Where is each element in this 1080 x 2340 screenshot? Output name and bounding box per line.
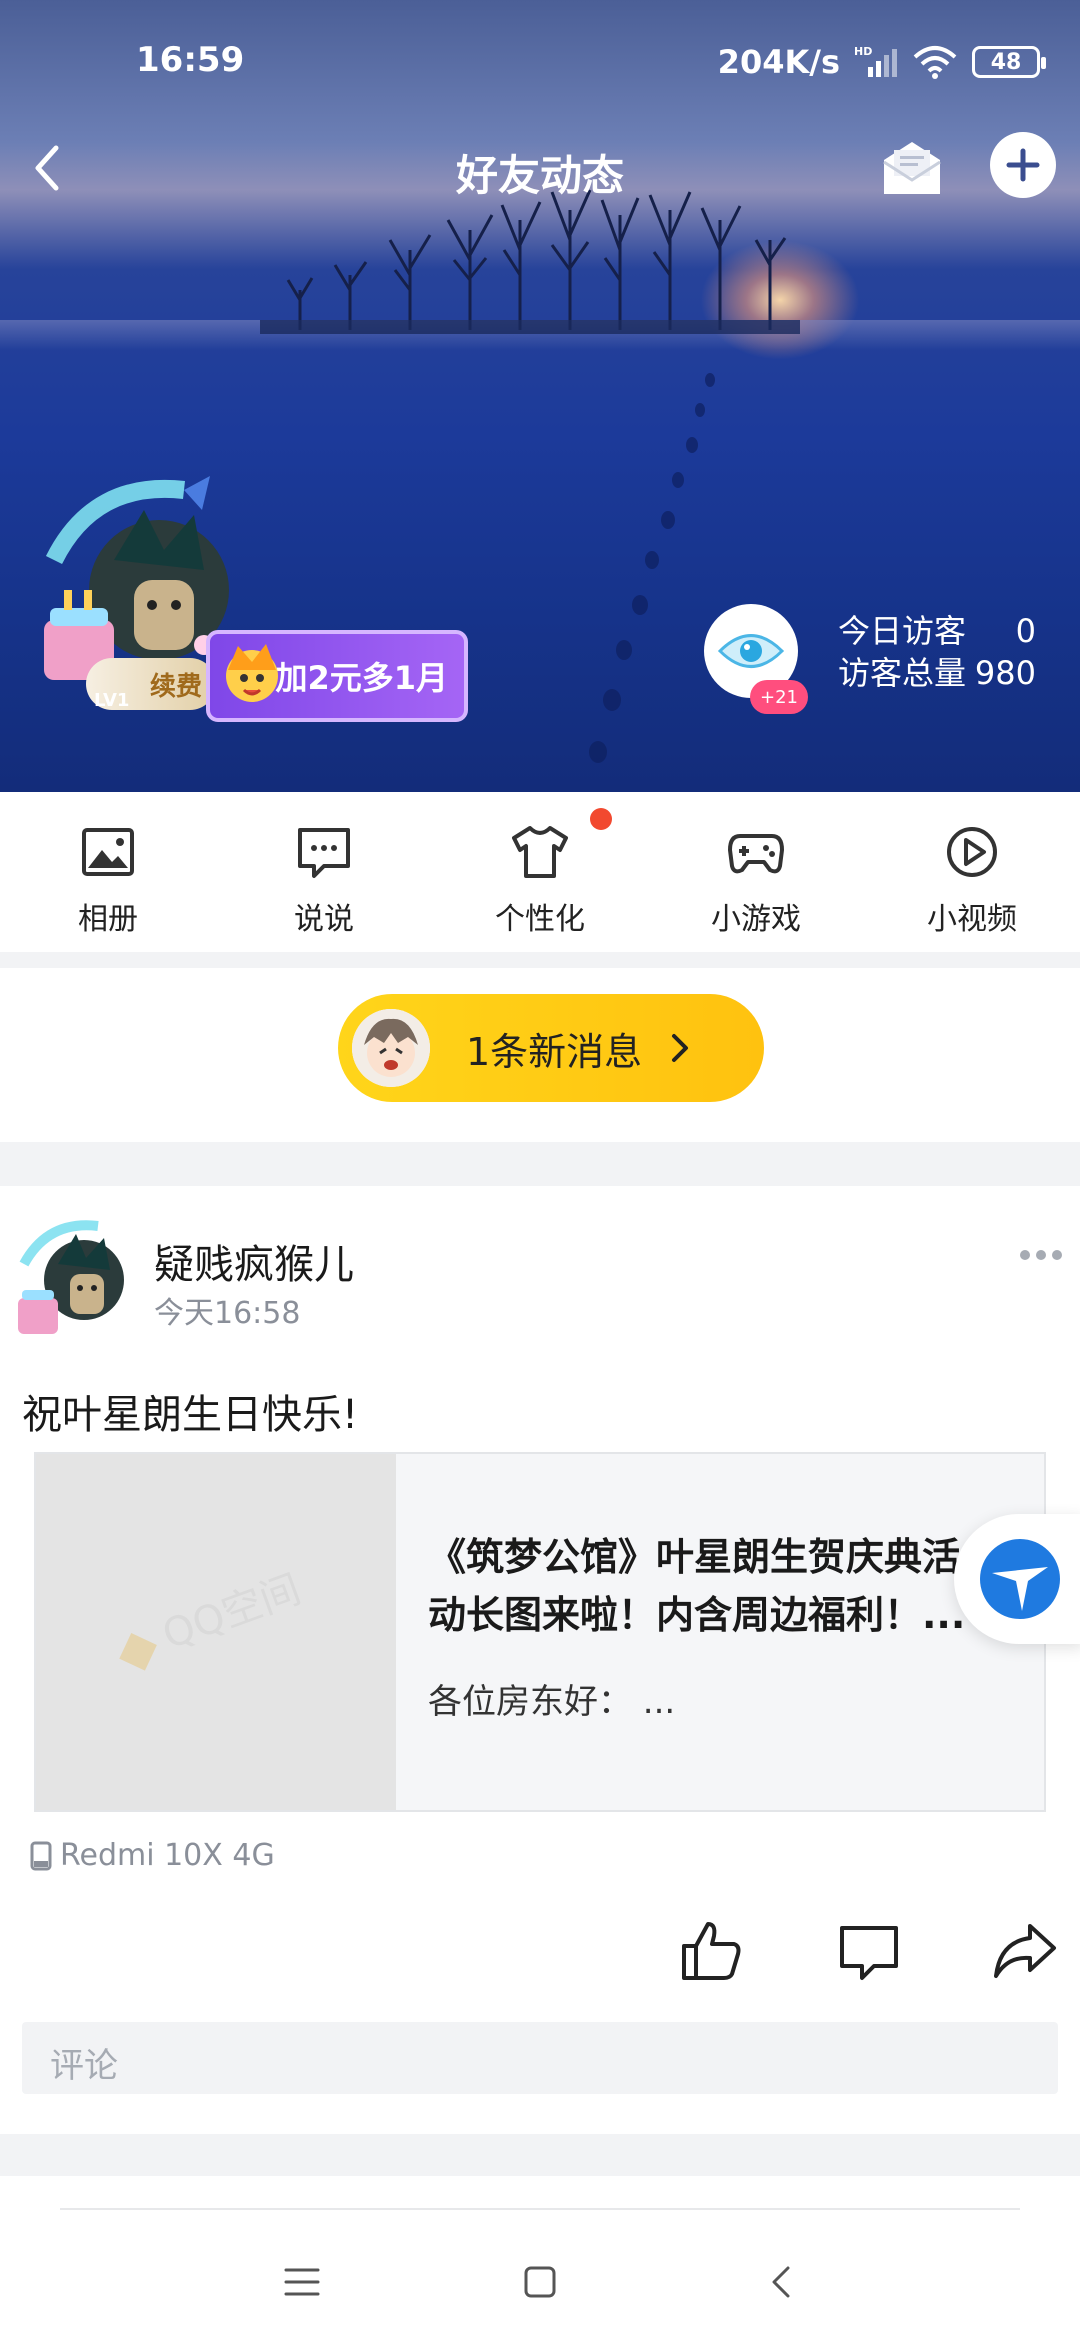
- device-info: Redmi 10X 4G: [30, 1838, 275, 1873]
- link-description: 各位房东好： ...: [428, 1682, 676, 1722]
- today-visitors-value: 0: [1015, 612, 1036, 650]
- new-message-button[interactable]: 1条新消息: [338, 994, 764, 1102]
- status-time: 16:59: [136, 40, 245, 80]
- post-timestamp: 今天16:58: [154, 1296, 301, 1331]
- chevron-right-icon: [672, 1034, 689, 1062]
- post-author-avatar[interactable]: [14, 1214, 142, 1342]
- post-author-name[interactable]: 疑贱疯猴儿: [154, 1232, 354, 1290]
- status-bar: 16:59 204K/s HD 48: [0, 0, 1080, 120]
- renew-label: 续费: [149, 671, 202, 702]
- network-tag: HD: [854, 45, 872, 58]
- feature-personalize[interactable]: 个性化: [432, 792, 648, 952]
- home-icon[interactable]: [518, 2260, 562, 2304]
- back-icon[interactable]: [760, 2260, 804, 2304]
- post-actions: [0, 1916, 1080, 1996]
- feature-videos[interactable]: 小视频: [864, 792, 1080, 952]
- more-options-icon[interactable]: [1018, 1248, 1064, 1262]
- post-text: 祝叶星朗生日快乐!: [22, 1392, 359, 1438]
- comment-input[interactable]: 评论: [22, 2022, 1058, 2094]
- wifi-icon: [913, 46, 957, 79]
- total-visitors-label: 访客总量: [838, 654, 967, 692]
- visitor-count-badge: +21: [750, 680, 808, 714]
- cartoon-face-icon: [226, 644, 278, 702]
- feature-label: 小视频: [927, 902, 1017, 937]
- feature-label: 小游戏: [711, 902, 801, 937]
- feature-label: 个性化: [495, 902, 585, 937]
- floating-compass-button[interactable]: [954, 1514, 1080, 1644]
- new-message-section: 1条新消息: [0, 968, 1080, 1142]
- nav-bar: 好友动态: [0, 120, 1080, 220]
- comment-icon[interactable]: [834, 1916, 904, 1986]
- menu-icon[interactable]: [280, 2260, 324, 2304]
- cartoon-avatar-icon: [352, 1009, 430, 1087]
- footprints: [589, 373, 715, 763]
- device-name: Redmi 10X 4G: [60, 1838, 275, 1873]
- total-visitors-value: 980: [974, 654, 1036, 692]
- plus-icon: [1006, 148, 1040, 182]
- link-title: 《筑梦公馆》叶星朗生贺庆典活 动长图来啦！内含周边福利！...: [428, 1535, 966, 1637]
- divider: [60, 2208, 1020, 2210]
- compass-icon: [980, 1539, 1060, 1619]
- tshirt-icon: [512, 826, 568, 878]
- feature-shuoshuo[interactable]: 说说: [216, 792, 432, 952]
- level-tag: LV1: [94, 690, 130, 711]
- play-circle-icon: [947, 827, 997, 877]
- promo-button[interactable]: 加2元多1月: [206, 630, 468, 722]
- notification-dot: [590, 808, 612, 830]
- feature-album[interactable]: 相册: [0, 792, 216, 952]
- system-navigation-bar: [0, 2176, 1080, 2340]
- visitor-stats[interactable]: 今日访客 0 访客总量 980: [838, 610, 1036, 694]
- feature-games[interactable]: 小游戏: [648, 792, 864, 952]
- feature-label: 相册: [78, 902, 138, 937]
- share-icon[interactable]: [990, 1916, 1060, 1986]
- photo-album-icon: [82, 828, 134, 876]
- cover-photo[interactable]: 16:59 204K/s HD 48 好友动态 续费 LV1 加2元多1月 +2…: [0, 0, 1080, 792]
- signal-icon: HD: [854, 45, 897, 77]
- today-visitors-label: 今日访客: [838, 612, 967, 650]
- mail-icon[interactable]: [878, 134, 946, 202]
- battery-level: 48: [990, 49, 1022, 75]
- qzone-watermark: QQ空间: [119, 1566, 307, 1671]
- battery-icon: 48: [972, 46, 1046, 78]
- promo-label: 加2元多1月: [275, 659, 448, 697]
- feature-bar: 相册 说说 个性化 小游戏 小视频: [0, 792, 1080, 952]
- phone-icon: [30, 1841, 52, 1870]
- feed-post: 疑贱疯猴儿 今天16:58 祝叶星朗生日快乐! QQ空间 《筑梦公馆》叶星朗生贺…: [0, 1186, 1080, 2134]
- svg-text:QQ空间: QQ空间: [157, 1566, 307, 1658]
- like-icon[interactable]: [676, 1916, 746, 1986]
- status-indicators: 204K/s HD 48: [717, 40, 1046, 84]
- network-speed: 204K/s: [717, 43, 840, 81]
- message-sender-avatar: [352, 1009, 430, 1087]
- feature-label: 说说: [294, 902, 354, 937]
- gamepad-icon: [728, 834, 784, 874]
- eye-icon: [717, 634, 785, 668]
- new-message-label: 1条新消息: [466, 1029, 643, 1074]
- chat-bubble-icon: [298, 828, 350, 878]
- add-button[interactable]: [990, 132, 1056, 198]
- link-thumbnail: QQ空间: [36, 1454, 396, 1810]
- shared-link-card[interactable]: QQ空间 《筑梦公馆》叶星朗生贺庆典活 动长图来啦！内含周边福利！... 各位房…: [34, 1452, 1046, 1812]
